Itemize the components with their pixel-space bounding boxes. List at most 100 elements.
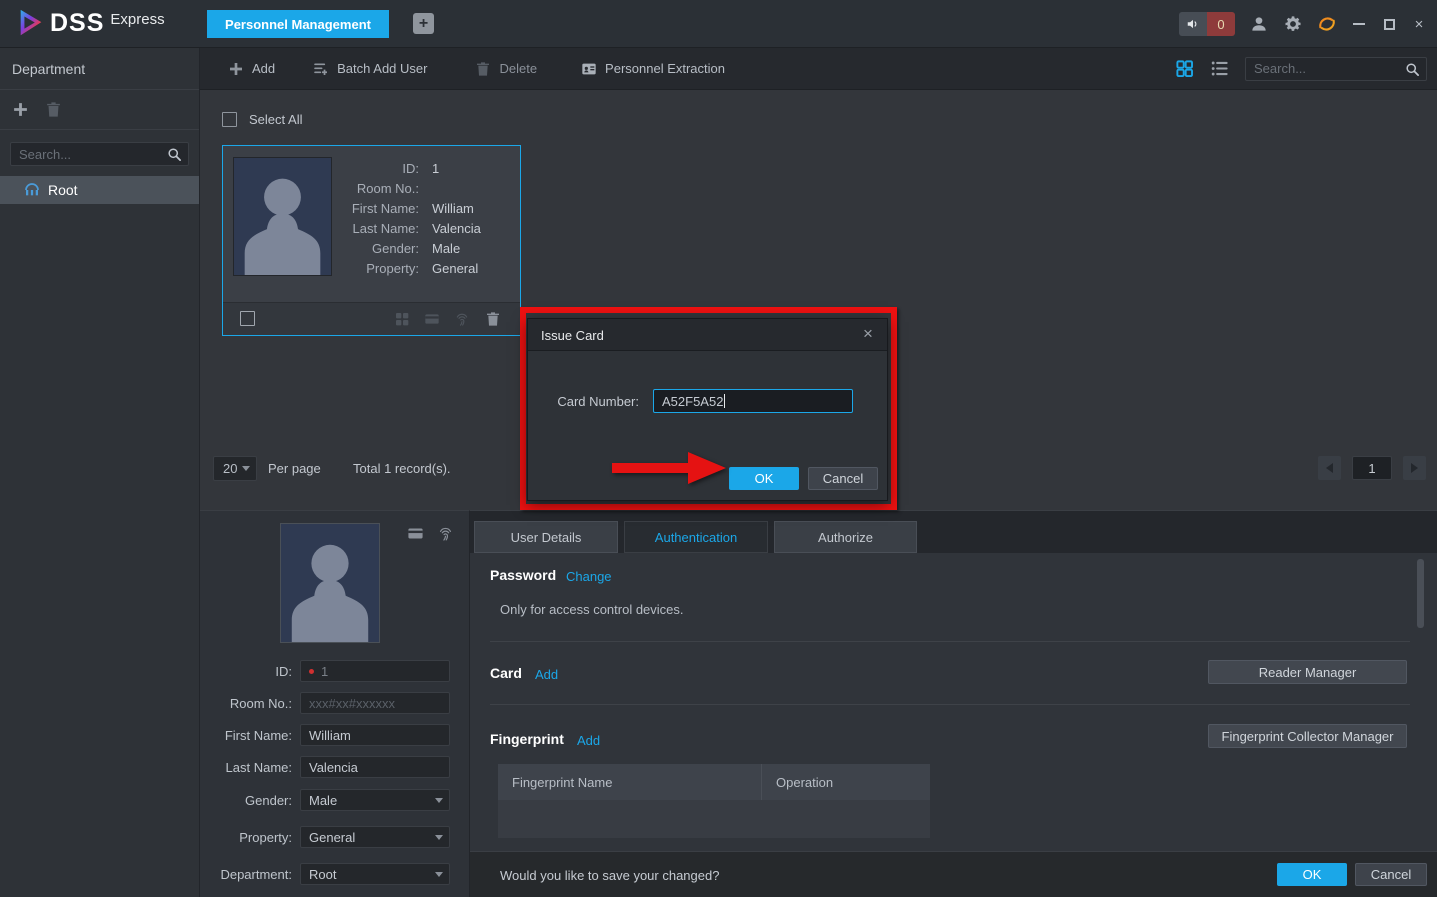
issue-card-icon[interactable] bbox=[424, 311, 440, 327]
person-edit-form: ID: 1 Room No.: First Name: Last Name: bbox=[200, 510, 470, 897]
close-button[interactable]: × bbox=[1411, 16, 1427, 32]
first-name-field bbox=[300, 724, 450, 746]
fingerprint-icon[interactable] bbox=[437, 525, 454, 542]
password-note: Only for access control devices. bbox=[500, 602, 684, 617]
card-add-link[interactable]: Add bbox=[535, 667, 558, 682]
gender-select[interactable]: Male bbox=[300, 789, 450, 811]
password-heading: Password bbox=[490, 567, 556, 583]
user-account-icon[interactable] bbox=[1249, 14, 1269, 34]
ok-label: OK bbox=[1303, 867, 1322, 882]
delete-person-icon[interactable] bbox=[485, 311, 501, 327]
save-ok-button[interactable]: OK bbox=[1277, 863, 1347, 886]
grid-view-icon[interactable] bbox=[1175, 59, 1194, 78]
list-view-icon[interactable] bbox=[1210, 59, 1229, 78]
next-page-button[interactable] bbox=[1403, 456, 1426, 480]
fingerprint-table-header: Fingerprint Name Operation bbox=[498, 764, 930, 800]
batch-add-user-button[interactable]: Batch Add User bbox=[313, 61, 427, 77]
property-select[interactable]: General bbox=[300, 826, 450, 848]
room-no-input[interactable] bbox=[309, 696, 429, 711]
current-page-indicator[interactable]: 1 bbox=[1352, 456, 1392, 480]
prev-page-button[interactable] bbox=[1318, 456, 1341, 480]
personnel-search-input[interactable] bbox=[1254, 58, 1394, 80]
department-search-input[interactable] bbox=[19, 143, 169, 165]
new-tab-button[interactable]: + bbox=[413, 13, 434, 34]
last-name-input[interactable] bbox=[309, 760, 429, 775]
save-cancel-button[interactable]: Cancel bbox=[1355, 863, 1427, 886]
delete-user-button[interactable]: Delete bbox=[475, 61, 537, 77]
card-number-label: Card Number: bbox=[528, 394, 639, 409]
scrollbar-thumb[interactable] bbox=[1417, 559, 1424, 628]
total-records-label: Total 1 record(s). bbox=[353, 461, 451, 476]
first-name-input[interactable] bbox=[309, 728, 429, 743]
field-label: Last Name: bbox=[353, 221, 419, 236]
field-value: Male bbox=[432, 241, 460, 256]
id-field[interactable]: 1 bbox=[300, 660, 450, 682]
column-operation: Operation bbox=[762, 764, 930, 800]
per-page-label: Per page bbox=[268, 461, 321, 476]
speaker-icon bbox=[1179, 12, 1207, 36]
fingerprint-table-body bbox=[498, 800, 930, 838]
search-icon[interactable] bbox=[1405, 62, 1420, 77]
titlebar: DSS Express Personnel Management + 0 bbox=[0, 0, 1437, 48]
field-label: Gender: bbox=[372, 241, 419, 256]
access-icon[interactable] bbox=[394, 311, 410, 327]
fingerprint-add-link[interactable]: Add bbox=[577, 733, 600, 748]
detail-panel: User Details Authentication Authorize Pa… bbox=[470, 510, 1437, 897]
chevron-down-icon bbox=[435, 835, 443, 840]
card-number-input[interactable]: A52F5A52 bbox=[653, 389, 853, 413]
field-value: 1 bbox=[432, 161, 439, 176]
chevron-down-icon bbox=[435, 872, 443, 877]
dialog-cancel-button[interactable]: Cancel bbox=[808, 467, 878, 490]
personnel-extraction-button[interactable]: Personnel Extraction bbox=[581, 61, 725, 77]
tab-user-details[interactable]: User Details bbox=[474, 521, 618, 553]
reader-manager-button[interactable]: Reader Manager bbox=[1208, 660, 1407, 684]
divider bbox=[490, 704, 1410, 705]
field-value: William bbox=[432, 201, 474, 216]
fingerprint-table: Fingerprint Name Operation bbox=[498, 764, 930, 838]
tab-authorize[interactable]: Authorize bbox=[774, 521, 917, 553]
detail-tabstrip: User Details Authentication Authorize bbox=[470, 511, 1437, 553]
settings-gear-icon[interactable] bbox=[1283, 14, 1303, 34]
select-all-checkbox[interactable] bbox=[222, 112, 237, 127]
tab-personnel-management[interactable]: Personnel Management bbox=[207, 10, 389, 38]
sidebar-item-root[interactable]: Root bbox=[0, 176, 199, 204]
tab-label: Authentication bbox=[655, 530, 737, 545]
personnel-toolbar: Add Batch Add User Delete Personnel Extr… bbox=[200, 48, 1437, 90]
add-user-button[interactable]: Add bbox=[228, 61, 275, 77]
add-department-icon[interactable] bbox=[12, 101, 29, 118]
batch-add-user-label: Batch Add User bbox=[337, 61, 427, 76]
dialog-ok-button[interactable]: OK bbox=[729, 467, 799, 490]
id-value: 1 bbox=[321, 664, 328, 679]
person-photo[interactable] bbox=[280, 523, 380, 643]
per-page-select[interactable]: 20 bbox=[213, 456, 257, 481]
delete-department-icon[interactable] bbox=[45, 101, 62, 118]
password-change-link[interactable]: Change bbox=[566, 569, 612, 584]
department-panel-title: Department bbox=[0, 48, 199, 90]
annotation-arrow bbox=[605, 450, 727, 486]
field-value: Valencia bbox=[432, 221, 481, 236]
alarm-indicator[interactable]: 0 bbox=[1179, 12, 1235, 36]
dialog-close-icon[interactable]: × bbox=[859, 325, 877, 343]
dialog-title: Issue Card bbox=[541, 328, 604, 343]
tab-label: Authorize bbox=[818, 530, 873, 545]
select-all-label: Select All bbox=[249, 112, 302, 127]
fingerprint-icon[interactable] bbox=[454, 311, 470, 327]
fingerprint-collector-manager-button[interactable]: Fingerprint Collector Manager bbox=[1208, 724, 1407, 748]
minimize-button[interactable] bbox=[1351, 16, 1367, 32]
chevron-down-icon bbox=[435, 798, 443, 803]
tab-authentication[interactable]: Authentication bbox=[624, 521, 768, 553]
batch-add-icon bbox=[313, 61, 329, 77]
field-value: General bbox=[432, 261, 478, 276]
issue-card-icon[interactable] bbox=[407, 525, 424, 542]
department-select[interactable]: Root bbox=[300, 863, 450, 885]
column-fingerprint-name: Fingerprint Name bbox=[498, 764, 762, 800]
search-icon[interactable] bbox=[167, 147, 182, 162]
maximize-button[interactable] bbox=[1381, 16, 1397, 32]
person-card[interactable]: ID:1 Room No.: First Name:William Last N… bbox=[222, 145, 521, 336]
chevron-left-icon bbox=[1326, 463, 1333, 473]
plus-icon bbox=[228, 61, 244, 77]
personnel-extraction-label: Personnel Extraction bbox=[605, 61, 725, 76]
divider bbox=[490, 641, 1410, 642]
person-checkbox[interactable] bbox=[240, 311, 255, 326]
card-number-value: A52F5A52 bbox=[662, 394, 723, 409]
